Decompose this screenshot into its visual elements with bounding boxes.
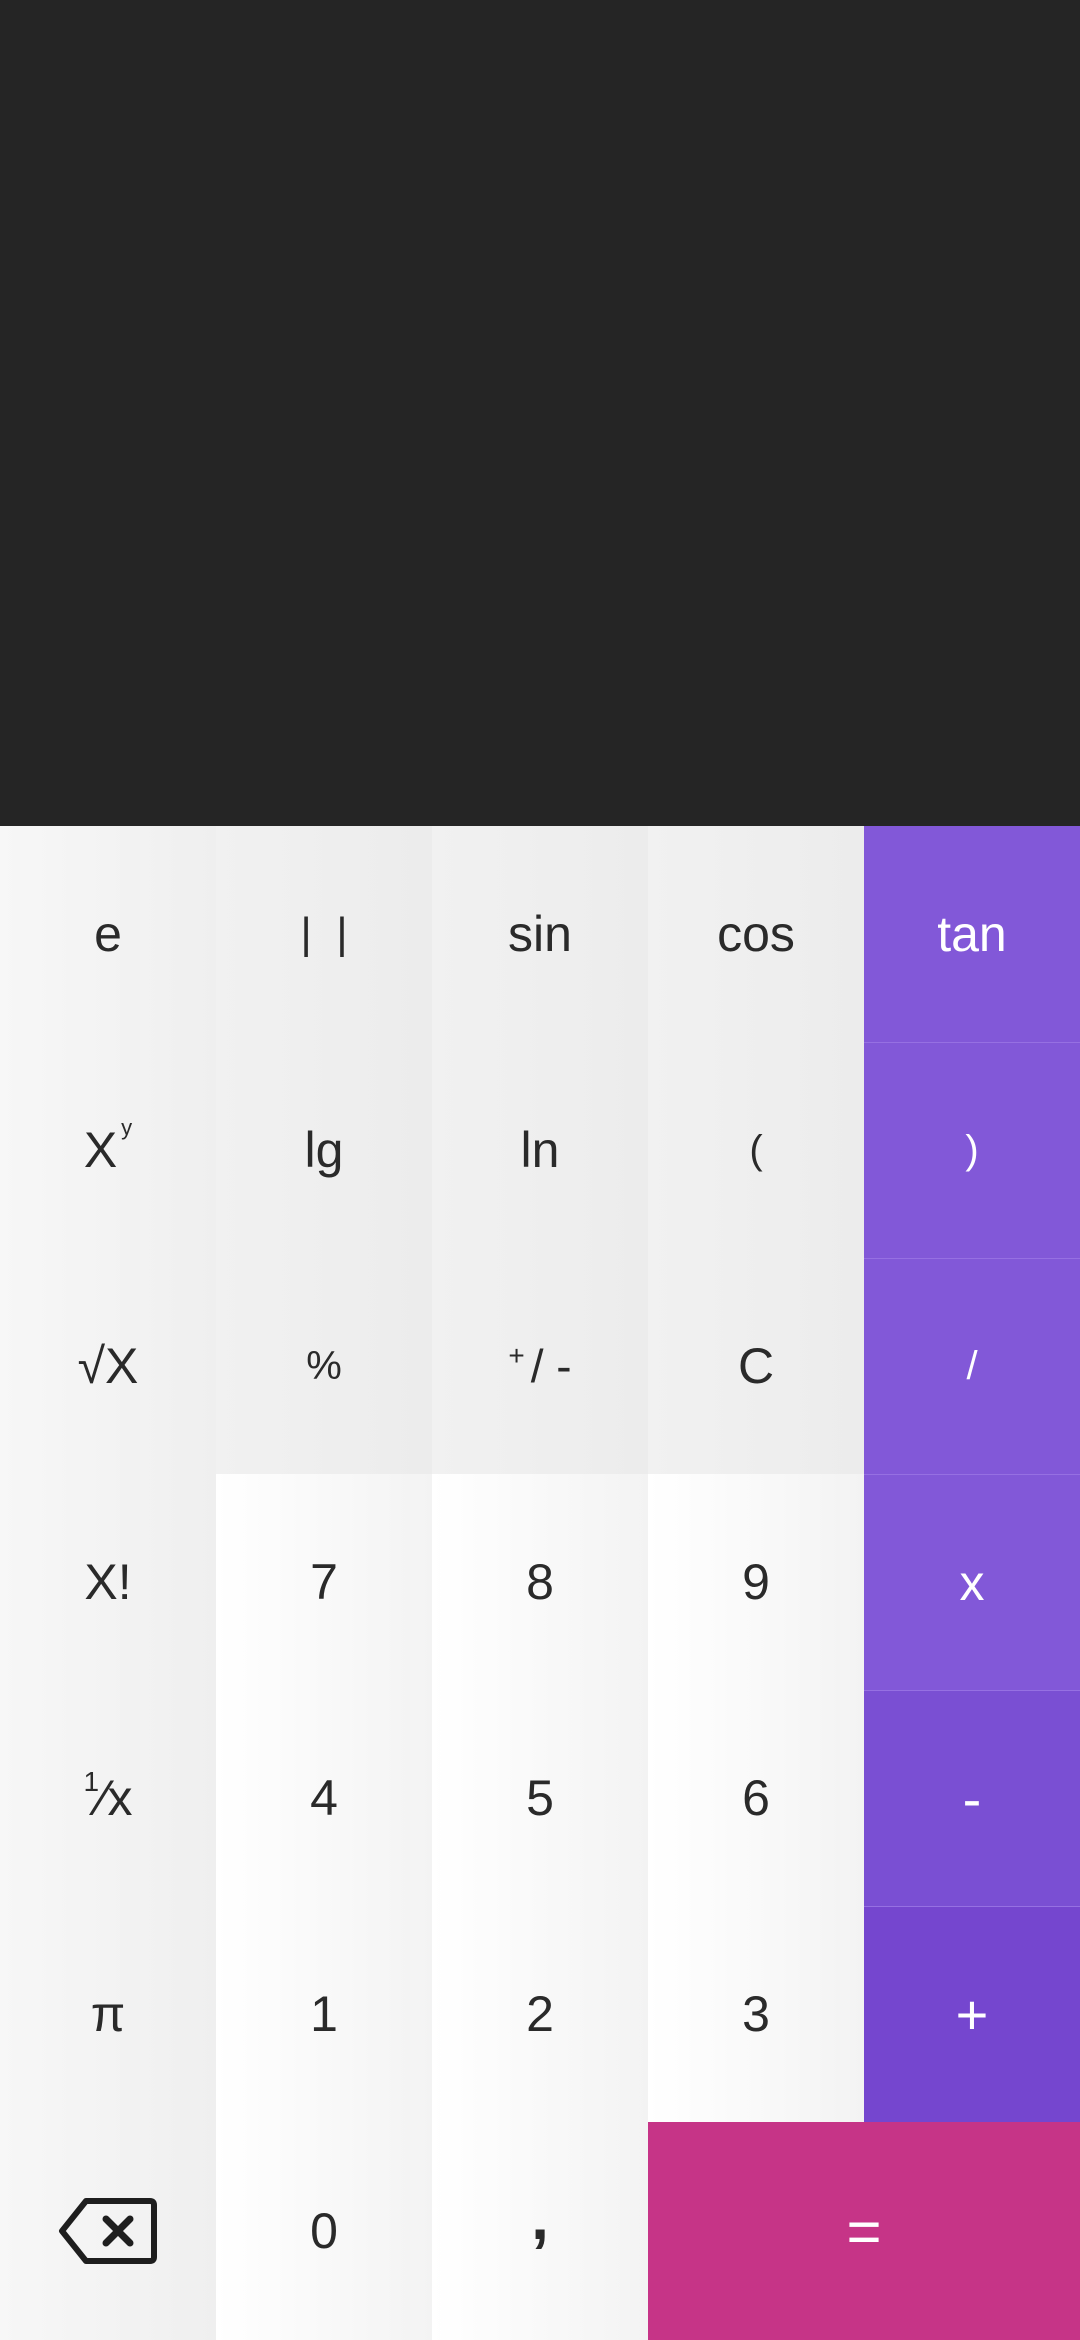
keypad: e | | sin cos tan Xy lg ln ( ) √X % + / -… — [0, 826, 1080, 2340]
digit-0-key[interactable]: 0 — [216, 2122, 432, 2340]
ln-key-label: ln — [520, 1122, 560, 1178]
reciprocal-key-rest: ⁄x — [99, 1770, 133, 1826]
digit-1-label: 1 — [310, 1986, 338, 2042]
digit-0-label: 0 — [310, 2203, 338, 2259]
pi-key-label: π — [90, 1986, 126, 2042]
digit-5-label: 5 — [526, 1770, 554, 1826]
minus-key[interactable]: - — [864, 1690, 1080, 1906]
digit-2-key[interactable]: 2 — [432, 1906, 648, 2122]
factorial-key[interactable]: X! — [0, 1474, 216, 1690]
multiply-key[interactable]: x — [864, 1474, 1080, 1690]
cos-key[interactable]: cos — [648, 826, 864, 1042]
digit-9-key[interactable]: 9 — [648, 1474, 864, 1690]
digit-3-label: 3 — [742, 1986, 770, 2042]
ln-key[interactable]: ln — [432, 1042, 648, 1258]
decimal-key[interactable]: , — [432, 2122, 648, 2340]
abs-key-label: | | — [300, 909, 348, 958]
open-paren-key[interactable]: ( — [648, 1042, 864, 1258]
equals-button-label: = — [846, 2197, 882, 2265]
digit-8-key[interactable]: 8 — [432, 1474, 648, 1690]
equals-button[interactable]: = — [648, 2122, 1080, 2340]
digit-4-label: 4 — [310, 1770, 338, 1826]
digit-4-key[interactable]: 4 — [216, 1690, 432, 1906]
abs-key[interactable]: | | — [216, 826, 432, 1042]
digit-6-label: 6 — [742, 1770, 770, 1826]
digit-3-key[interactable]: 3 — [648, 1906, 864, 2122]
digit-7-key[interactable]: 7 — [216, 1474, 432, 1690]
plus-minus-key-rest: / - — [530, 1340, 572, 1392]
multiply-key-label: x — [959, 1554, 985, 1611]
sin-key[interactable]: sin — [432, 826, 648, 1042]
e-key[interactable]: e — [0, 826, 216, 1042]
percent-key-label: % — [306, 1343, 342, 1388]
power-key[interactable]: Xy — [0, 1042, 216, 1258]
backspace-icon — [58, 2197, 158, 2265]
sqrt-key[interactable]: √X — [0, 1258, 216, 1474]
power-key-exponent: y — [121, 1115, 133, 1140]
digit-5-key[interactable]: 5 — [432, 1690, 648, 1906]
digit-8-label: 8 — [526, 1554, 554, 1610]
digit-2-label: 2 — [526, 1986, 554, 2042]
pi-key[interactable]: π — [0, 1906, 216, 2122]
backspace-key[interactable] — [0, 2122, 216, 2340]
digit-6-key[interactable]: 6 — [648, 1690, 864, 1906]
sin-key-label: sin — [508, 906, 572, 962]
clear-key-label: C — [737, 1338, 775, 1394]
digit-1-key[interactable]: 1 — [216, 1906, 432, 2122]
close-paren-key-label: ) — [965, 1128, 979, 1172]
decimal-key-label: , — [531, 2181, 549, 2253]
lg-key[interactable]: lg — [216, 1042, 432, 1258]
percent-key[interactable]: % — [216, 1258, 432, 1474]
factorial-key-label: X! — [84, 1554, 132, 1610]
plus-minus-key[interactable]: + / - — [432, 1258, 648, 1474]
reciprocal-key-numerator: 1 — [83, 1766, 100, 1797]
e-key-label: e — [94, 906, 122, 962]
clear-key[interactable]: C — [648, 1258, 864, 1474]
plus-key-label: + — [955, 1983, 989, 2046]
cos-key-label: cos — [717, 906, 795, 962]
lg-key-label: lg — [304, 1122, 344, 1178]
divide-key[interactable]: / — [864, 1258, 1080, 1474]
digit-7-label: 7 — [310, 1554, 338, 1610]
calculator-display — [0, 0, 1080, 826]
open-paren-key-label: ( — [749, 1127, 763, 1172]
plus-minus-key-plus: + — [508, 1340, 525, 1371]
divide-key-label: / — [966, 1344, 978, 1388]
sqrt-key-label: √X — [77, 1338, 139, 1394]
reciprocal-key[interactable]: 1 ⁄x — [0, 1690, 216, 1906]
close-paren-key[interactable]: ) — [864, 1042, 1080, 1258]
tan-key-label: tan — [937, 906, 1007, 962]
tan-key[interactable]: tan — [864, 826, 1080, 1042]
power-key-base: X — [83, 1122, 118, 1178]
minus-key-label: - — [962, 1767, 982, 1830]
digit-9-label: 9 — [742, 1554, 770, 1610]
plus-key[interactable]: + — [864, 1906, 1080, 2122]
